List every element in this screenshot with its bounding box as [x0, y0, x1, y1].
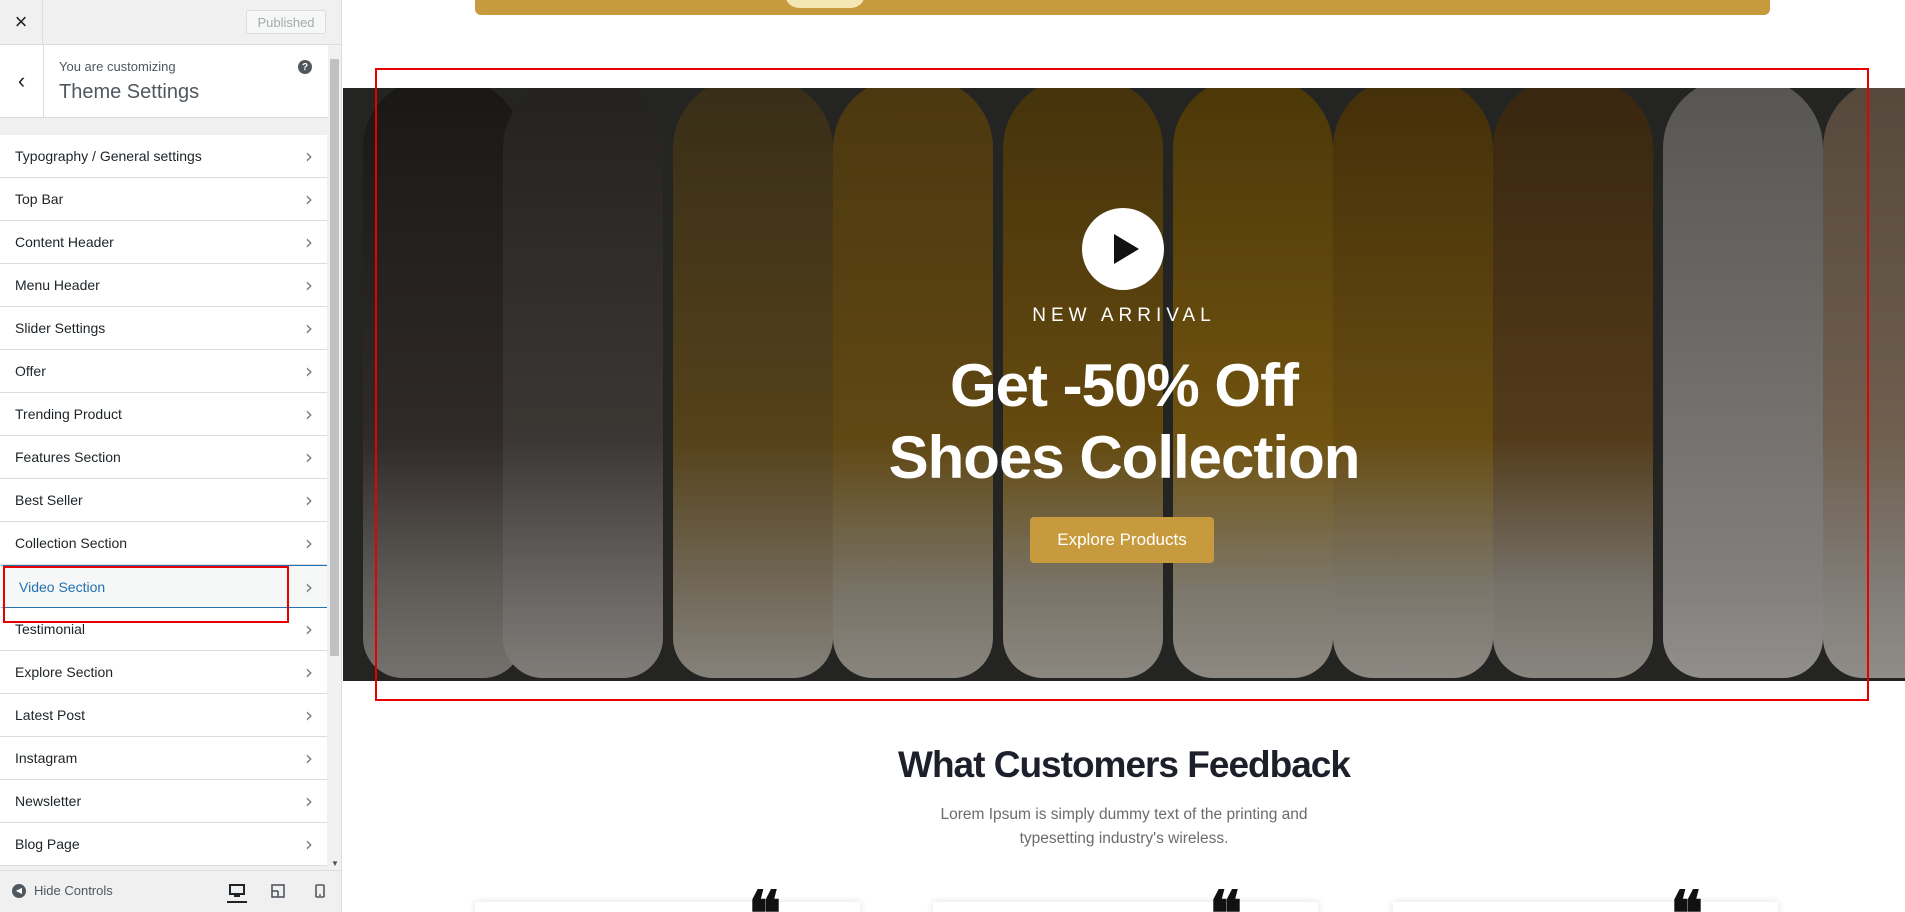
section-list: Typography / General settings › Top Bar › …	[0, 135, 327, 866]
offer-banner-bottom	[475, 0, 1770, 15]
play-icon	[1113, 234, 1139, 264]
chevron-right-icon: ›	[305, 789, 313, 813]
testimonial-card	[475, 902, 860, 912]
section-label: Collection Section	[15, 535, 128, 551]
section-item-best-seller[interactable]: Best Seller ›	[0, 479, 327, 522]
scrollbar-thumb[interactable]	[330, 59, 339, 656]
section-label: Features Section	[15, 449, 121, 465]
section-label: Trending Product	[15, 406, 122, 422]
chevron-right-icon: ›	[305, 445, 313, 469]
section-item-typography[interactable]: Typography / General settings ›	[0, 135, 327, 178]
chevron-right-icon: ›	[305, 359, 313, 383]
chevron-right-icon: ›	[305, 488, 313, 512]
chevron-right-icon: ›	[305, 746, 313, 770]
section-label: Offer	[15, 363, 46, 379]
quote-icon: ❝	[1209, 883, 1242, 912]
customizer-sidebar: × Published ‹ You are customizing Theme …	[0, 0, 342, 912]
section-label: Typography / General settings	[15, 148, 202, 164]
section-label: Top Bar	[15, 191, 64, 207]
video-title-line2: Shoes Collection	[888, 424, 1361, 491]
section-item-offer[interactable]: Offer ›	[0, 350, 327, 393]
banner-image	[785, 0, 865, 8]
chevron-right-icon: ›	[305, 832, 313, 856]
section-item-blog-page[interactable]: Blog Page ›	[0, 823, 327, 866]
section-label: Video Section	[19, 578, 106, 595]
chevron-right-icon: ›	[305, 144, 313, 168]
chevron-right-icon: ›	[305, 617, 313, 641]
section-item-video[interactable]: Video Section ›	[0, 565, 327, 608]
section-item-explore[interactable]: Explore Section ›	[0, 651, 327, 694]
quote-icon: ❝	[1670, 883, 1703, 912]
section-item-newsletter[interactable]: Newsletter ›	[0, 780, 327, 823]
publish-button[interactable]: Published	[246, 10, 326, 34]
chevron-right-icon: ›	[305, 187, 313, 211]
section-label: Best Seller	[15, 492, 83, 508]
section-item-features[interactable]: Features Section ›	[0, 436, 327, 479]
section-item-content-header[interactable]: Content Header ›	[0, 221, 327, 264]
section-label: Instagram	[15, 750, 78, 766]
customizer-footer: ◀ Hide Controls	[0, 870, 341, 912]
section-item-trending-product[interactable]: Trending Product ›	[0, 393, 327, 436]
testimonial-card	[933, 902, 1318, 912]
tablet-icon[interactable]	[268, 881, 288, 901]
scroll-down-arrow-icon[interactable]: ▼	[331, 859, 339, 868]
explore-products-button[interactable]: Explore Products	[1030, 517, 1214, 563]
chevron-right-icon: ›	[305, 574, 313, 599]
hide-controls-label: Hide Controls	[34, 883, 113, 898]
back-icon[interactable]: ‹	[0, 45, 44, 117]
section-item-top-bar[interactable]: Top Bar ›	[0, 178, 327, 221]
section-item-instagram[interactable]: Instagram ›	[0, 737, 327, 780]
section-label: Newsletter	[15, 793, 82, 809]
chevron-right-icon: ›	[305, 230, 313, 254]
section-item-slider-settings[interactable]: Slider Settings ›	[0, 307, 327, 350]
section-label: Latest Post	[15, 707, 86, 723]
collapse-icon: ◀	[12, 883, 26, 898]
section-label: Slider Settings	[15, 320, 106, 336]
testimonial-card	[1393, 902, 1778, 912]
chevron-right-icon: ›	[305, 273, 313, 297]
chevron-right-icon: ›	[305, 660, 313, 684]
section-label: Content Header	[15, 234, 114, 250]
section-label: Menu Header	[15, 277, 100, 293]
testimonials-title: What Customers Feedback	[898, 744, 1351, 785]
video-section: NEW ARRIVAL Get -50% Off Shoes Collectio…	[343, 88, 1905, 681]
mobile-icon[interactable]	[310, 881, 330, 901]
close-icon[interactable]: ×	[0, 0, 43, 44]
section-label: Blog Page	[15, 836, 80, 852]
testimonials-description: Lorem Ipsum is simply dummy text of the …	[940, 806, 1308, 847]
video-title-line1: Get -50% Off	[949, 352, 1299, 419]
chevron-right-icon: ›	[305, 402, 313, 426]
chevron-right-icon: ›	[305, 316, 313, 340]
video-subtitle: NEW ARRIVAL	[1032, 305, 1216, 326]
quote-icon: ❝	[748, 883, 781, 912]
section-label: Testimonial	[15, 621, 86, 637]
section-label: Explore Section	[15, 664, 114, 680]
panel-title: Theme Settings	[59, 81, 200, 103]
hide-controls-button[interactable]: ◀ Hide Controls	[12, 883, 113, 898]
help-icon[interactable]: ?	[298, 60, 312, 74]
section-item-testimonial[interactable]: Testimonial ›	[0, 608, 327, 651]
section-item-latest-post[interactable]: Latest Post ›	[0, 694, 327, 737]
chevron-right-icon: ›	[305, 703, 313, 727]
sidebar-scrollbar[interactable]: ▼	[328, 45, 341, 870]
section-item-menu-header[interactable]: Menu Header ›	[0, 264, 327, 307]
customizer-header: × Published	[0, 0, 341, 45]
play-button[interactable]	[1082, 208, 1164, 290]
panel-header: ‹ You are customizing Theme Settings ?	[0, 45, 341, 118]
video-title: Get -50% Off Shoes Collection	[343, 350, 1905, 494]
desktop-icon[interactable]	[227, 881, 247, 903]
section-item-collection[interactable]: Collection Section ›	[0, 522, 327, 565]
site-preview: NEW ARRIVAL Get -50% Off Shoes Collectio…	[343, 0, 1905, 912]
customizing-label: You are customizing	[59, 59, 176, 74]
chevron-right-icon: ›	[305, 531, 313, 555]
